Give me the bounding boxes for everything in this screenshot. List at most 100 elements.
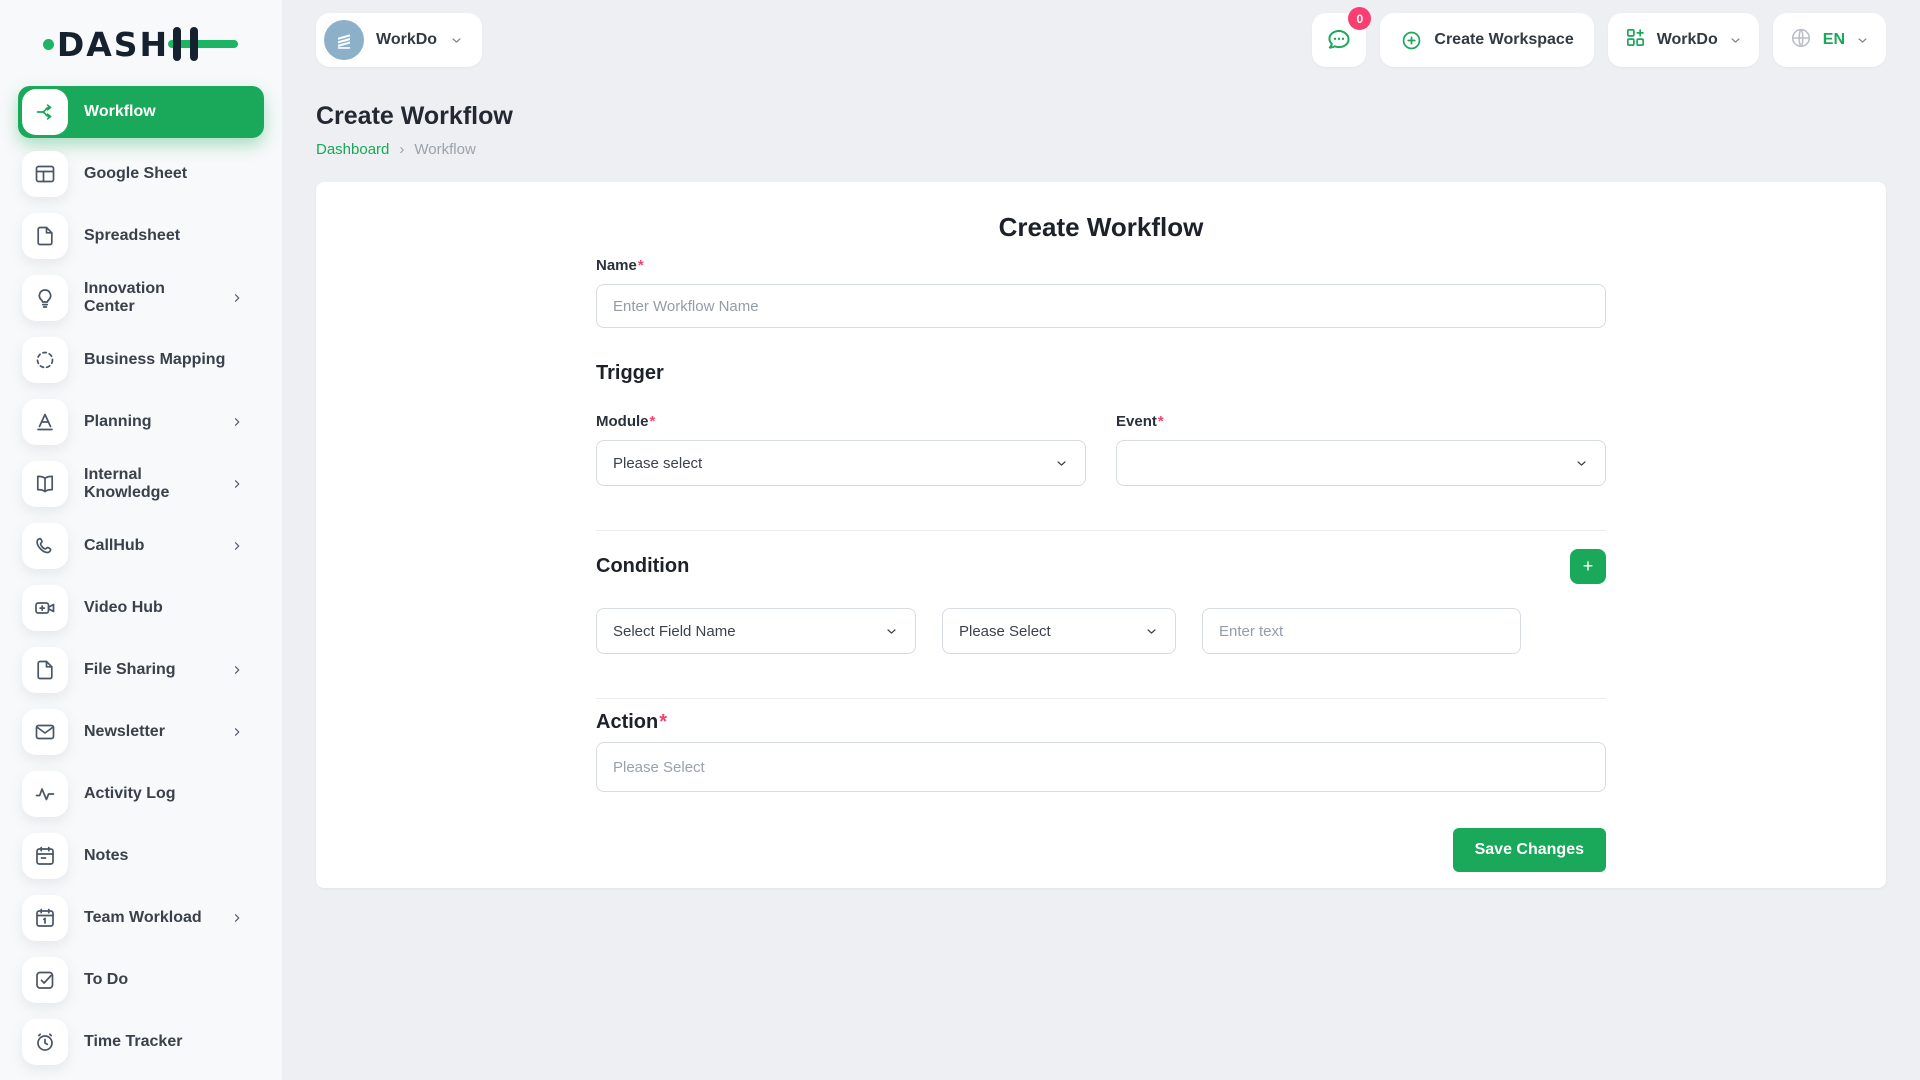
condition-operator-select[interactable]: Please Select xyxy=(942,608,1176,654)
event-select[interactable] xyxy=(1116,440,1606,486)
sidebar-item-label: Team Workload xyxy=(84,909,202,927)
sidebar-item-team-workload[interactable]: Team Workload xyxy=(18,892,264,944)
file-sharing-icon xyxy=(22,647,68,693)
required-mark: * xyxy=(650,413,656,430)
sidebar-item-label: Google Sheet xyxy=(84,165,187,183)
spreadsheet-icon xyxy=(22,213,68,259)
to-do-icon xyxy=(22,957,68,1003)
notes-icon xyxy=(22,833,68,879)
chevron-right-icon xyxy=(230,725,244,739)
sidebar-item-label: Newsletter xyxy=(84,723,165,741)
save-row: Save Changes xyxy=(596,828,1606,872)
sidebar-item-label: Planning xyxy=(84,413,152,431)
logo-dash-icon xyxy=(173,27,239,61)
name-label: Name* xyxy=(596,257,1606,274)
video-hub-icon xyxy=(22,585,68,631)
module-field-group: Module* Please select xyxy=(596,413,1086,486)
chevron-down-icon xyxy=(1728,33,1743,48)
innovation-center-icon xyxy=(22,275,68,321)
chevron-down-icon xyxy=(449,33,464,48)
business-mapping-icon xyxy=(22,337,68,383)
breadcrumb: Dashboard › Workflow xyxy=(316,141,1886,158)
trigger-heading: Trigger xyxy=(596,362,1606,385)
sidebar-item-callhub[interactable]: CallHub xyxy=(18,520,264,572)
required-mark: * xyxy=(1158,413,1164,430)
create-workspace-label: Create Workspace xyxy=(1434,31,1573,49)
breadcrumb-dashboard-link[interactable]: Dashboard xyxy=(316,141,389,158)
section-divider xyxy=(596,698,1606,699)
condition-operator-value: Please Select xyxy=(959,623,1144,640)
activity-log-icon xyxy=(22,771,68,817)
sidebar-item-label: To Do xyxy=(84,971,128,989)
time-tracker-icon xyxy=(22,1019,68,1065)
condition-value-input[interactable] xyxy=(1202,608,1521,654)
chevron-right-icon xyxy=(230,911,244,925)
messages-button[interactable]: 0 xyxy=(1312,13,1366,67)
sidebar-item-label: Spreadsheet xyxy=(84,227,180,245)
sidebar-item-innovation-center[interactable]: Innovation Center xyxy=(18,272,264,324)
sidebar-menu: Workflow Google Sheet Spreadsheet Innovatio… xyxy=(0,86,282,1080)
callhub-icon xyxy=(22,523,68,569)
topbar-right: 0 Create Workspace WorkDo xyxy=(1312,13,1886,67)
add-condition-button[interactable]: + xyxy=(1570,549,1606,584)
sidebar-item-notes[interactable]: Notes xyxy=(18,830,264,882)
app-switcher-label: WorkDo xyxy=(1657,31,1718,49)
module-select[interactable]: Please select xyxy=(596,440,1086,486)
planning-icon xyxy=(22,399,68,445)
sidebar-item-label: Time Tracker xyxy=(84,1033,182,1051)
language-selector[interactable]: EN xyxy=(1773,13,1886,67)
internal-knowledge-icon xyxy=(22,461,68,507)
workflow-name-input[interactable] xyxy=(596,284,1606,328)
sidebar-item-business-mapping[interactable]: Business Mapping xyxy=(18,334,264,386)
sidebar-item-label: Innovation Center xyxy=(84,280,214,316)
sidebar-item-label: File Sharing xyxy=(84,661,176,679)
required-mark: * xyxy=(638,257,644,274)
sidebar-item-label: Video Hub xyxy=(84,599,163,617)
brand-name: DASH xyxy=(57,25,169,64)
trigger-fields: Module* Please select Event* xyxy=(596,413,1606,486)
logo-dot-icon xyxy=(43,39,54,50)
sidebar-item-planning[interactable]: Planning xyxy=(18,396,264,448)
sidebar-item-video-hub[interactable]: Video Hub xyxy=(18,582,264,634)
grid-plus-icon xyxy=(1624,26,1647,54)
dash-logo: DASH xyxy=(0,22,282,66)
condition-field-select[interactable]: Select Field Name xyxy=(596,608,916,654)
form-card: Create Workflow Name* Trigger Module* Pl… xyxy=(316,182,1886,888)
sidebar-item-spreadsheet[interactable]: Spreadsheet xyxy=(18,210,264,262)
sidebar-item-label: CallHub xyxy=(84,537,144,555)
globe-icon xyxy=(1789,26,1813,55)
sidebar-item-newsletter[interactable]: Newsletter xyxy=(18,706,264,758)
module-label: Module* xyxy=(596,413,1086,430)
sidebar-item-google-sheet[interactable]: Google Sheet xyxy=(18,148,264,200)
app-switcher-button[interactable]: WorkDo xyxy=(1608,13,1759,67)
chevron-right-icon xyxy=(230,477,244,491)
chevron-down-icon xyxy=(1054,456,1069,471)
google-sheet-icon xyxy=(22,151,68,197)
breadcrumb-separator: › xyxy=(399,141,404,158)
sidebar-item-to-do[interactable]: To Do xyxy=(18,954,264,1006)
workspace-avatar xyxy=(324,20,364,60)
required-mark: * xyxy=(659,711,667,733)
workspace-selector[interactable]: WorkDo xyxy=(316,13,482,67)
sidebar-item-label: Notes xyxy=(84,847,128,865)
action-select-placeholder: Please Select xyxy=(613,759,705,776)
chevron-down-icon xyxy=(1855,33,1870,48)
action-select[interactable]: Please Select xyxy=(596,742,1606,792)
sidebar-item-internal-knowledge[interactable]: Internal Knowledge xyxy=(18,458,264,510)
chevron-right-icon xyxy=(230,291,244,305)
sidebar-item-time-tracker[interactable]: Time Tracker xyxy=(18,1016,264,1068)
save-changes-button[interactable]: Save Changes xyxy=(1453,828,1606,872)
condition-field-value: Select Field Name xyxy=(613,623,884,640)
form-title: Create Workflow xyxy=(596,212,1606,243)
action-heading: Action* xyxy=(596,711,1606,734)
sidebar-item-workflow[interactable]: Workflow xyxy=(18,86,264,138)
sidebar-item-file-sharing[interactable]: File Sharing xyxy=(18,644,264,696)
breadcrumb-current: Workflow xyxy=(414,141,475,158)
sidebar-item-label: Internal Knowledge xyxy=(84,466,214,502)
chevron-down-icon xyxy=(1144,624,1159,639)
sidebar-item-activity-log[interactable]: Activity Log xyxy=(18,768,264,820)
create-workspace-button[interactable]: Create Workspace xyxy=(1380,13,1593,67)
building-icon xyxy=(331,27,357,53)
page-title: Create Workflow xyxy=(316,102,1886,131)
condition-heading: Condition xyxy=(596,555,689,578)
